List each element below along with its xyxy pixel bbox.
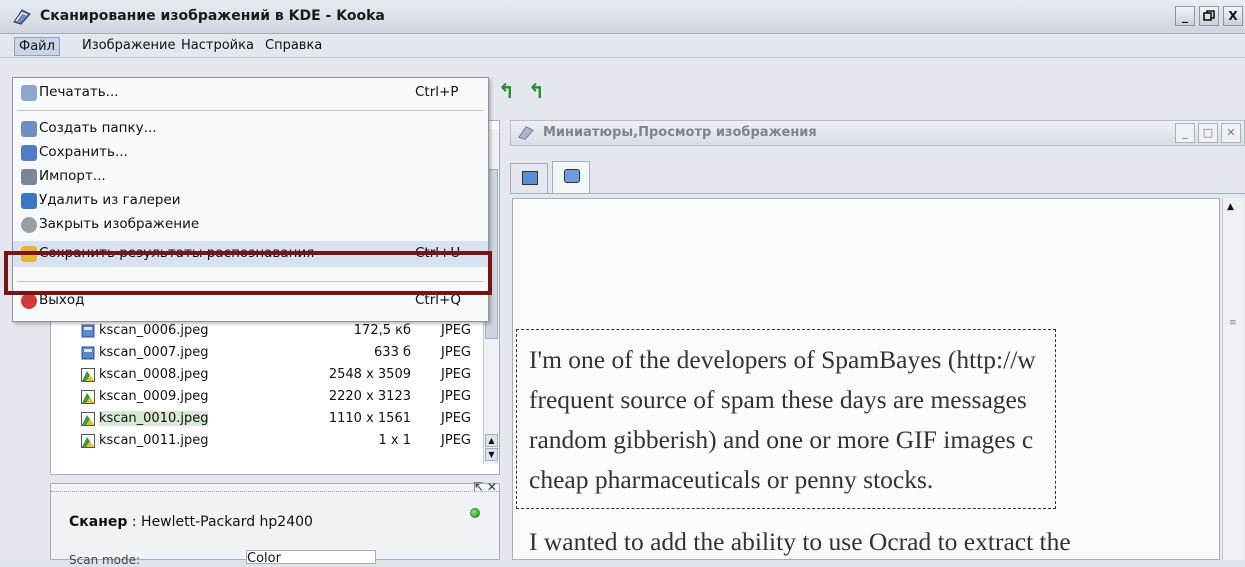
- viewer-scrollbar[interactable]: ▲ ≡: [1222, 198, 1244, 560]
- file-size: 2548 x 3509: [328, 367, 411, 382]
- window-titlebar[interactable]: Сканирование изображений в KDE - Kooka _…: [0, 0, 1245, 34]
- file-size: 172,5 кб: [353, 323, 411, 338]
- file-size: 1110 x 1561: [328, 411, 411, 426]
- file-name: kscan_0008.jpeg: [99, 367, 209, 382]
- menu-item-new-folder[interactable]: Создать папку...: [13, 116, 488, 142]
- close-button[interactable]: X: [1223, 6, 1243, 26]
- minimize-button[interactable]: _: [1175, 6, 1195, 26]
- printer-icon: [21, 85, 37, 101]
- scanner-panel: ⇱ ✕ Сканер : Hewlett-Packard hp2400 Scan…: [50, 480, 500, 567]
- doc-line: cheap pharmaceuticals or penny stocks.: [529, 465, 934, 494]
- file-name: kscan_0006.jpeg: [99, 323, 209, 338]
- exit-icon: [21, 293, 37, 309]
- viewer-titlebar[interactable]: Миниатюры,Просмотр изображения _ □ ✕: [510, 120, 1245, 146]
- file-size: 633 б: [374, 345, 411, 360]
- scanner-label: Сканер : Hewlett-Packard hp2400: [69, 514, 313, 530]
- table-row[interactable]: kscan_0006.jpeg 172,5 кб JPEG: [81, 321, 493, 343]
- dock-grip[interactable]: [51, 484, 499, 492]
- dock-close-icon[interactable]: ⇱ ✕: [473, 480, 497, 494]
- tab-thumbnails[interactable]: [510, 163, 548, 193]
- panel-minimize-button[interactable]: _: [1175, 123, 1195, 143]
- scroll-down-icon[interactable]: ▼: [485, 448, 498, 461]
- table-row[interactable]: kscan_0011.jpeg 1 x 1 JPEG: [81, 431, 493, 453]
- save-icon: [21, 145, 37, 161]
- scroll-grip[interactable]: ≡: [1229, 318, 1237, 328]
- menu-item-save[interactable]: Сохранить...: [13, 140, 488, 166]
- file-type: JPEG: [441, 345, 471, 360]
- import-icon: [21, 169, 37, 185]
- viewer-tabs: [510, 160, 1245, 194]
- menu-item-delete[interactable]: Удалить из галереи: [13, 188, 488, 214]
- menu-item-import[interactable]: Импорт...: [13, 164, 488, 190]
- file-size: 1 x 1: [378, 433, 412, 448]
- file-name: kscan_0010.jpeg: [99, 411, 209, 426]
- image-viewer[interactable]: I'm one of the developers of SpamBayes (…: [512, 198, 1220, 560]
- image-icon: [81, 412, 95, 426]
- annotation-highlight-box: [4, 251, 492, 295]
- close-image-icon: [21, 217, 37, 233]
- menu-separator: [17, 110, 484, 111]
- scroll-up-icon[interactable]: ▲: [1227, 202, 1234, 212]
- file-type: JPEG: [441, 367, 471, 382]
- panel-float-button[interactable]: □: [1198, 123, 1218, 143]
- menubar: Файл Изображение Настройка Справка: [0, 34, 1245, 58]
- viewer-dock: Миниатюры,Просмотр изображения _ □ ✕ I'm…: [500, 120, 1245, 560]
- thumbnails-icon: [522, 171, 538, 185]
- rotate-left-icon[interactable]: ↰: [498, 80, 522, 102]
- file-type: JPEG: [441, 411, 471, 426]
- scan-mode-label: Scan mode:: [69, 553, 141, 567]
- table-row[interactable]: kscan_0008.jpeg 2548 x 3509 JPEG: [81, 365, 493, 387]
- menu-item-close-image[interactable]: Закрыть изображение: [13, 212, 488, 238]
- scan-mode-select[interactable]: Color: [246, 550, 376, 566]
- viewer-title: Миниатюры,Просмотр изображения: [543, 125, 817, 140]
- file-name: kscan_0011.jpeg: [99, 433, 209, 448]
- maximize-icon: [1203, 10, 1215, 21]
- file-size: 2220 x 3123: [328, 389, 411, 404]
- doc-line: frequent source of spam these days are m…: [529, 385, 1027, 414]
- menu-item-print[interactable]: Печатать... Ctrl+P: [13, 80, 488, 106]
- panel-close-button[interactable]: ✕: [1221, 123, 1241, 143]
- preview-icon: [564, 169, 580, 183]
- menu-settings[interactable]: Настройка: [177, 37, 258, 54]
- trash-icon: [21, 193, 37, 209]
- file-icon: [81, 324, 95, 338]
- image-icon: [81, 390, 95, 404]
- image-icon: [81, 368, 95, 382]
- file-type: JPEG: [441, 323, 471, 338]
- kooka-app-icon: [518, 126, 534, 140]
- doc-line: random gibberish) and one or more GIF im…: [529, 425, 1034, 454]
- file-type: JPEG: [441, 433, 471, 448]
- tab-preview[interactable]: [552, 161, 590, 193]
- menu-image[interactable]: Изображение: [78, 37, 179, 54]
- folder-new-icon: [21, 121, 37, 137]
- kooka-app-icon: [13, 9, 31, 25]
- file-name: kscan_0007.jpeg: [99, 345, 209, 360]
- scroll-up-icon[interactable]: ▲: [485, 434, 498, 447]
- maximize-button[interactable]: [1199, 6, 1219, 26]
- image-icon: [81, 434, 95, 448]
- menu-file[interactable]: Файл: [14, 37, 60, 56]
- doc-line: I'm one of the developers of SpamBayes (…: [529, 345, 1036, 374]
- scanner-status-icon: [470, 508, 480, 518]
- window-title: Сканирование изображений в KDE - Kooka: [40, 8, 385, 24]
- menu-help[interactable]: Справка: [261, 37, 326, 54]
- table-row[interactable]: kscan_0009.jpeg 2220 x 3123 JPEG: [81, 387, 493, 409]
- table-row[interactable]: kscan_0007.jpeg 633 б JPEG: [81, 343, 493, 365]
- file-type: JPEG: [441, 389, 471, 404]
- table-row[interactable]: kscan_0010.jpeg 1110 x 1561 JPEG: [81, 409, 493, 431]
- file-name: kscan_0009.jpeg: [99, 389, 209, 404]
- doc-line: I wanted to add the ability to use Ocrad…: [529, 527, 1071, 556]
- file-icon: [81, 346, 95, 360]
- rotate-right-icon[interactable]: ↰: [528, 80, 552, 102]
